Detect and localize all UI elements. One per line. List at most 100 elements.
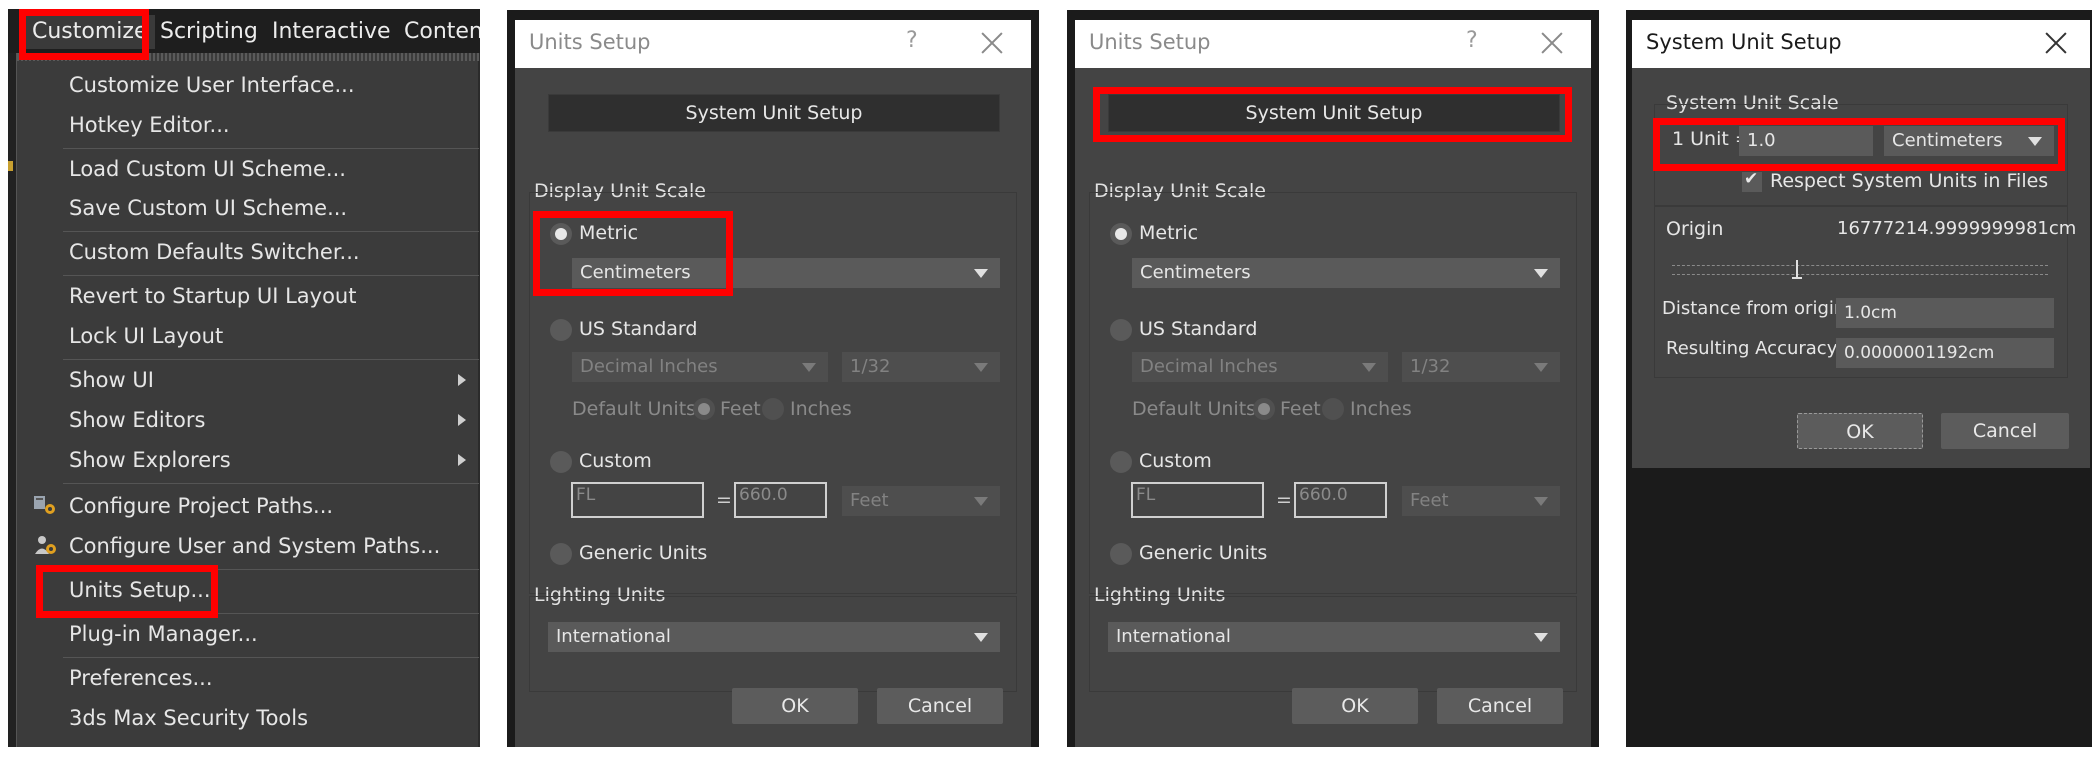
chevron-down-icon: [974, 363, 988, 372]
us-standard-label: US Standard: [1139, 318, 1258, 340]
resulting-accuracy-value[interactable]: 0.0000001192cm: [1836, 338, 2054, 368]
help-button[interactable]: ?: [1466, 28, 1478, 53]
dialog-titlebar[interactable]: System Unit Setup: [1632, 20, 2090, 68]
custom-unit-dropdown[interactable]: Feet: [842, 486, 1000, 516]
generic-units-label: Generic Units: [579, 542, 708, 564]
menu-item-revert-layout[interactable]: Revert to Startup UI Layout: [69, 281, 356, 311]
menu-content[interactable]: Content: [404, 15, 480, 49]
background-toolbar-strip: [8, 53, 16, 747]
menu-separator: [63, 483, 479, 484]
custom-name-input[interactable]: FL: [571, 482, 704, 518]
lighting-units-value: International: [1116, 626, 1231, 647]
equals-sign: =: [1276, 489, 1292, 511]
cancel-button[interactable]: Cancel: [877, 688, 1003, 724]
menu-interactive[interactable]: Interactive: [272, 15, 391, 49]
menu-item-lock-layout[interactable]: Lock UI Layout: [69, 321, 223, 351]
custom-name-input[interactable]: FL: [1131, 482, 1264, 518]
us-standard-radio[interactable]: [550, 319, 572, 341]
menu-separator: [63, 359, 479, 360]
custom-unit-dropdown[interactable]: Feet: [1402, 486, 1560, 516]
chevron-down-icon: [1534, 497, 1548, 506]
menu-item-load-scheme[interactable]: Load Custom UI Scheme...: [69, 154, 346, 184]
us-standard-label: US Standard: [579, 318, 698, 340]
metric-unit-dropdown[interactable]: Centimeters: [1132, 258, 1560, 288]
distance-from-origin-value[interactable]: 1.0cm: [1836, 298, 2054, 328]
cancel-button[interactable]: Cancel: [1437, 688, 1563, 724]
submenu-arrow-icon: [458, 454, 466, 466]
slider-handle-icon[interactable]: [1790, 260, 1804, 282]
close-icon[interactable]: [981, 32, 1003, 54]
menu-scripting[interactable]: Scripting: [160, 15, 258, 49]
us-fraction-dropdown[interactable]: 1/32: [842, 352, 1000, 382]
chevron-down-icon: [1362, 363, 1376, 372]
close-icon[interactable]: [1541, 32, 1563, 54]
help-button[interactable]: ?: [906, 28, 918, 53]
chevron-down-icon: [1534, 363, 1548, 372]
menu-item-show-explorers[interactable]: Show Explorers: [69, 445, 231, 475]
respect-system-units-checkbox[interactable]: [1742, 169, 1762, 192]
dialog-title: Units Setup: [529, 30, 651, 54]
resulting-accuracy-label: Resulting Accuracy:: [1666, 338, 1843, 359]
menu-item-project-paths[interactable]: Configure Project Paths...: [69, 491, 333, 521]
dialog-title: Units Setup: [1089, 30, 1211, 54]
submenu-arrow-icon: [458, 414, 466, 426]
generic-units-radio[interactable]: [550, 543, 572, 565]
ok-button[interactable]: OK: [1292, 688, 1418, 724]
us-unit-value: Decimal Inches: [1140, 356, 1278, 377]
menu-item-save-scheme[interactable]: Save Custom UI Scheme...: [69, 193, 347, 223]
toolbar-mark: [8, 161, 13, 171]
ok-button[interactable]: OK: [1797, 413, 1923, 449]
highlight-system-unit-setup: [1093, 87, 1572, 142]
dialog-title: System Unit Setup: [1646, 30, 1842, 54]
us-unit-dropdown[interactable]: Decimal Inches: [572, 352, 828, 382]
chevron-down-icon: [1534, 269, 1548, 278]
menu-item-show-editors[interactable]: Show Editors: [69, 405, 205, 435]
highlight-units-setup: [36, 565, 218, 618]
custom-radio[interactable]: [1110, 451, 1132, 473]
menu-item-show-ui[interactable]: Show UI: [69, 365, 154, 395]
menu-separator: [63, 148, 479, 149]
inches-radio[interactable]: [1322, 398, 1344, 420]
origin-label: Origin: [1666, 218, 1724, 240]
default-units-label: Default Units:: [1132, 398, 1263, 420]
distance-from-origin-label: Distance from origin:: [1662, 298, 1852, 319]
menu-item-user-system-paths[interactable]: Configure User and System Paths...: [69, 531, 440, 561]
us-standard-radio[interactable]: [1110, 319, 1132, 341]
menu-item-customize-ui[interactable]: Customize User Interface...: [69, 70, 355, 100]
menu-item-security-tools[interactable]: 3ds Max Security Tools: [69, 703, 308, 733]
metric-radio[interactable]: [1110, 223, 1132, 245]
custom-label: Custom: [1139, 450, 1212, 472]
origin-slider[interactable]: [1672, 265, 2048, 275]
custom-value-input[interactable]: 660.0: [734, 482, 827, 518]
menu-item-hotkey-editor[interactable]: Hotkey Editor...: [69, 110, 230, 140]
feet-radio[interactable]: [693, 398, 715, 420]
equals-sign: =: [716, 489, 732, 511]
metric-unit-value: Centimeters: [1140, 262, 1251, 283]
project-paths-icon: [34, 496, 55, 514]
menu-item-plugin-manager[interactable]: Plug-in Manager...: [69, 619, 258, 649]
system-unit-setup-button[interactable]: System Unit Setup: [548, 94, 1000, 132]
lighting-units-dropdown[interactable]: International: [548, 622, 1000, 652]
custom-radio[interactable]: [550, 451, 572, 473]
custom-unit-value: Feet: [1410, 490, 1449, 511]
inches-label: Inches: [1350, 398, 1412, 420]
us-unit-dropdown[interactable]: Decimal Inches: [1132, 352, 1388, 382]
menu-item-defaults-switcher[interactable]: Custom Defaults Switcher...: [69, 237, 360, 267]
cancel-button[interactable]: Cancel: [1941, 413, 2069, 449]
menu-separator: [63, 275, 479, 276]
feet-radio[interactable]: [1253, 398, 1275, 420]
us-fraction-value: 1/32: [850, 356, 891, 377]
generic-units-radio[interactable]: [1110, 543, 1132, 565]
us-unit-value: Decimal Inches: [580, 356, 718, 377]
close-icon[interactable]: [2045, 32, 2067, 54]
us-fraction-dropdown[interactable]: 1/32: [1402, 352, 1560, 382]
ok-button[interactable]: OK: [732, 688, 858, 724]
custom-value-input[interactable]: 660.0: [1294, 482, 1387, 518]
dialog-titlebar[interactable]: Units Setup ?: [1075, 20, 1591, 68]
dialog-titlebar[interactable]: Units Setup ?: [515, 20, 1031, 68]
lighting-units-value: International: [556, 626, 671, 647]
menu-item-preferences[interactable]: Preferences...: [69, 663, 213, 693]
lighting-units-dropdown[interactable]: International: [1108, 622, 1560, 652]
inches-radio[interactable]: [762, 398, 784, 420]
feet-label: Feet: [1280, 398, 1321, 420]
